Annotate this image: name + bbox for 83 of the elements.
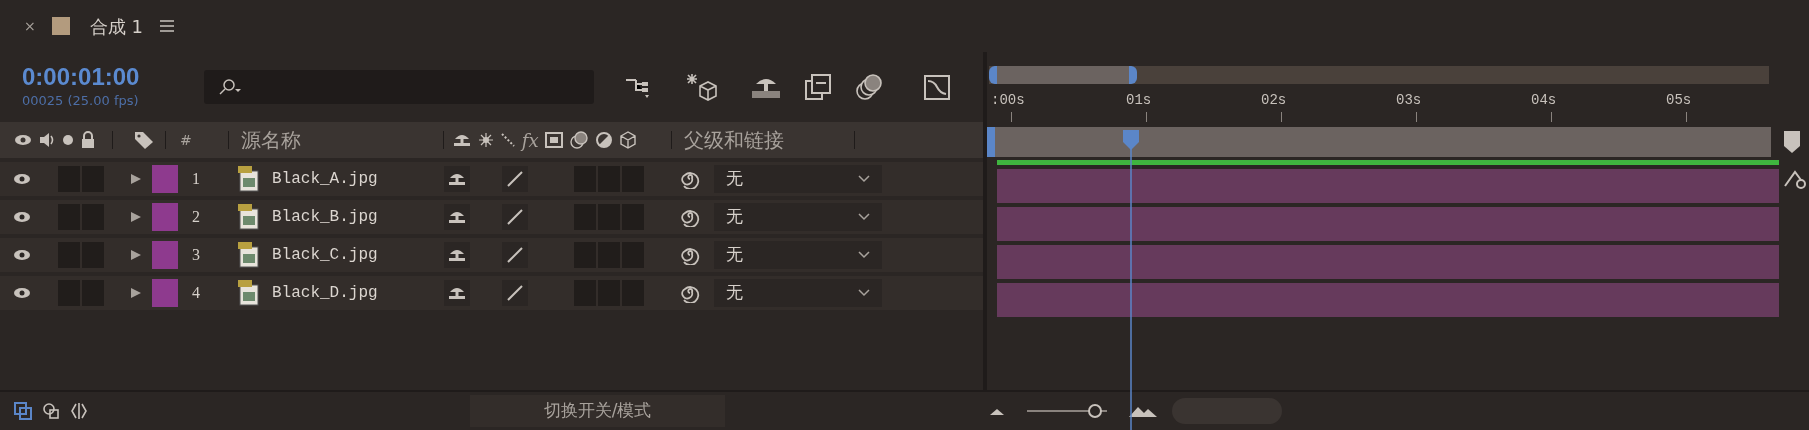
time-ruler-label: 05s [1666,92,1693,108]
chevron-down-icon [858,175,870,183]
layer-name[interactable]: Black_D.jpg [272,281,422,305]
layer-number: 1 [192,169,201,189]
layer-name[interactable]: Black_A.jpg [272,167,422,191]
draft-3d-icon[interactable] [684,72,718,102]
label-color-swatch[interactable] [152,279,178,307]
film-frames-icon[interactable] [804,73,832,101]
zoom-in-mountain-icon[interactable] [1128,404,1158,418]
expand-triangle-icon[interactable] [130,211,142,223]
parent-column-header[interactable]: 父级和链接 [683,125,784,155]
pick-whip-icon[interactable] [680,169,700,189]
expand-triangle-icon[interactable] [130,287,142,299]
brackets-icon[interactable] [70,402,88,420]
time-ruler-label: 03s [1396,92,1423,108]
composition-swatch-icon [51,17,70,35]
playhead[interactable] [1121,130,1142,430]
pick-whip-icon[interactable] [680,283,700,303]
graph-editor-icon[interactable] [922,72,952,102]
close-icon[interactable]: × [24,15,36,37]
time-ruler-label: 01s [1126,92,1153,108]
lock-icon[interactable] [80,131,96,149]
zoom-slider-thumb[interactable] [1088,404,1102,418]
motion-blur-icon[interactable] [854,73,884,101]
frame-blend-icon[interactable] [544,131,563,149]
time-ruler-label: :00s [991,92,1026,108]
overlap-circles-icon[interactable] [42,402,60,420]
search-icon [218,78,244,96]
layer-name[interactable]: Black_C.jpg [272,243,422,267]
layers-stack-icon[interactable] [14,402,32,420]
panel-tab-title[interactable]: 合成 1 [89,12,143,40]
source-name-column-header[interactable]: 源名称 [240,125,391,155]
eye-icon[interactable] [13,249,31,261]
layer-number: 2 [192,207,201,227]
motion-blur-icon[interactable] [568,130,589,150]
label-color-swatch[interactable] [152,241,178,269]
label-color-swatch[interactable] [152,203,178,231]
collapse-sun-icon[interactable] [477,132,494,148]
parent-dropdown[interactable]: 无 [714,241,882,269]
menu-icon[interactable] [158,19,175,33]
parent-dropdown[interactable]: 无 [714,279,882,307]
layer-name[interactable]: Black_B.jpg [272,205,422,229]
parent-dropdown[interactable]: 无 [714,203,882,231]
speaker-icon[interactable] [38,131,56,149]
expand-triangle-icon[interactable] [130,173,142,185]
current-timecode[interactable]: 0:00:01:00 [22,63,200,92]
chevron-down-icon [858,213,870,221]
cube-icon[interactable] [618,131,637,149]
adjustment-layer-icon[interactable] [594,131,613,149]
quality-slash-icon[interactable] [506,170,524,188]
effects-column-header[interactable]: fx [521,126,539,154]
chevron-down-icon [858,251,870,259]
image-file-icon [238,280,260,306]
layer-number: 3 [192,245,201,265]
image-file-icon [238,204,260,230]
toggle-switches-modes-button[interactable]: 切换开关/模式 [470,395,725,427]
pick-whip-icon[interactable] [680,207,700,227]
label-color-swatch[interactable] [152,165,178,193]
number-column-header[interactable]: # [180,129,192,151]
quality-dots-icon[interactable] [499,132,516,148]
zoom-out-mountain-icon[interactable] [988,406,1006,416]
quality-slash-icon[interactable] [506,208,524,226]
image-file-icon [238,166,260,192]
layer-number: 4 [192,283,201,303]
eye-icon[interactable] [13,211,31,223]
search-field[interactable] [204,70,594,104]
image-file-icon [238,242,260,268]
parent-dropdown[interactable]: 无 [714,165,882,193]
solo-dot-icon[interactable] [62,134,74,146]
eye-icon[interactable] [14,134,32,146]
time-ruler-label: 04s [1531,92,1558,108]
pick-whip-icon[interactable] [680,245,700,265]
quality-slash-icon[interactable] [506,246,524,264]
marker-icon[interactable] [1783,130,1801,154]
quality-slash-icon[interactable] [506,284,524,302]
chevron-down-icon [858,289,870,297]
time-ruler-label: 02s [1261,92,1288,108]
comp-button-icon[interactable] [1783,168,1809,190]
expand-triangle-icon[interactable] [130,249,142,261]
eye-icon[interactable] [13,173,31,185]
frame-info: 00025 (25.00 fps) [22,92,140,111]
eye-icon[interactable] [13,287,31,299]
tag-icon[interactable] [133,130,155,150]
